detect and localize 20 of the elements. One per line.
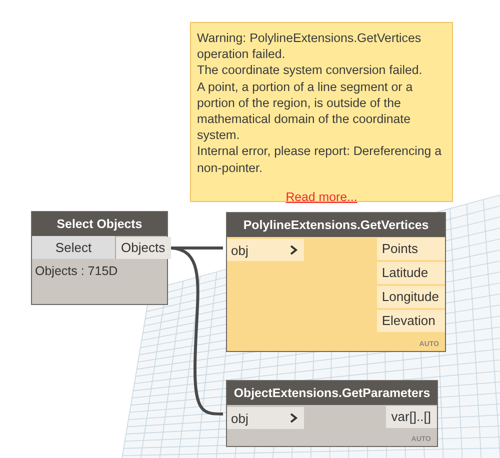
output-port[interactable]: Elevation [376,310,445,332]
output-port[interactable]: Longitude [376,286,445,308]
output-port[interactable]: Objects [116,237,172,259]
chevron-icon [290,245,298,255]
warning-message: The coordinate system conversion failed. [197,62,424,79]
input-port[interactable]: obj [227,407,304,429]
node-title: ObjectExtensions.GetParameters [227,381,437,405]
node-title: PolylineExtensions.GetVertices [227,213,445,237]
output-port[interactable]: Latitude [376,262,445,284]
output-port[interactable]: var[]..[] [386,406,437,428]
warning-message: A point, a portion of a line segment or a portion of the region, is outside of the mathematical domain of the coordinate system. [197,78,414,144]
warning-message: Warning: PolylineExtensions.GetVertices operation failed. [197,30,422,62]
node-title: Select Objects [32,212,167,236]
input-port[interactable]: obj [227,239,304,261]
preview-text: Objects : 715D [34,263,119,280]
select-button[interactable]: Select [32,236,116,259]
node-card[interactable]: Select Objects Select Objects Objects : 715D [31,211,168,305]
chevron-icon [290,413,298,423]
warning-message: Internal error, please report: Dereferencing a non-pointer. [197,143,443,176]
output-port[interactable]: Points [376,238,445,260]
